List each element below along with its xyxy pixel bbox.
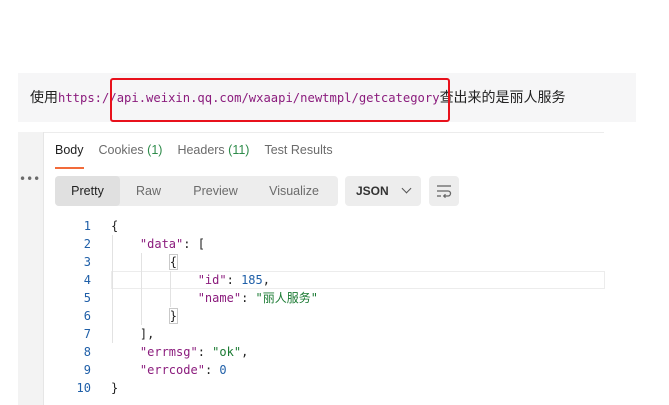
note-suffix: 查出来的是丽人服务 [439, 90, 566, 106]
code-line: 7 ], [83, 327, 155, 341]
view-mode-group: Pretty Raw Preview Visualize [55, 176, 338, 206]
note-url-head: https:/ [58, 91, 110, 105]
more-icon[interactable]: ••• [19, 172, 40, 186]
note-prefix: 使用 [30, 90, 58, 106]
note-bar: 使用https://api.weixin.qq.com/wxaapi/newtm… [18, 73, 636, 122]
tab-test-results[interactable]: Test Results [264, 143, 332, 169]
note-text: 使用https://api.weixin.qq.com/wxaapi/newtm… [30, 88, 566, 108]
view-raw-button[interactable]: Raw [120, 176, 177, 206]
headers-count: (11) [228, 143, 250, 157]
view-visualize-button[interactable]: Visualize [254, 176, 334, 206]
code-line: 10} [76, 381, 119, 395]
chevron-down-icon [401, 183, 412, 194]
wrap-lines-icon [437, 185, 452, 198]
tab-headers[interactable]: Headers (11) [177, 143, 249, 169]
code-line: 8 "errmsg": "ok", [83, 345, 249, 359]
tab-body[interactable]: Body [55, 143, 84, 169]
tab-cookies[interactable]: Cookies (1) [99, 143, 163, 169]
wrap-lines-button[interactable] [429, 176, 459, 206]
response-tabs: Body Cookies (1) Headers (11) Test Resul… [55, 143, 348, 169]
panel-divider [44, 132, 604, 133]
code-line: 2 "data": [ [83, 237, 205, 251]
code-line: 5 "name": "丽人服务" [83, 291, 318, 305]
format-select[interactable]: JSON [345, 176, 421, 206]
view-pretty-button[interactable]: Pretty [55, 176, 120, 206]
code-line: 3 { [83, 254, 179, 270]
code-line: 4 "id": 185, [83, 273, 270, 287]
view-preview-button[interactable]: Preview [177, 176, 254, 206]
code-line: 9 "errcode": 0 [83, 363, 227, 377]
code-line: 6 } [83, 308, 179, 324]
response-code[interactable]: 1{ 2 "data": [ 3 { 4 "id": 185, 5 "name"… [44, 217, 604, 397]
note-url-body: /api.weixin.qq.com/wxaapi/newtmpl/getcat… [109, 91, 440, 105]
code-line: 1{ [83, 219, 119, 233]
format-select-value: JSON [356, 184, 389, 198]
cookies-count: (1) [147, 143, 163, 157]
